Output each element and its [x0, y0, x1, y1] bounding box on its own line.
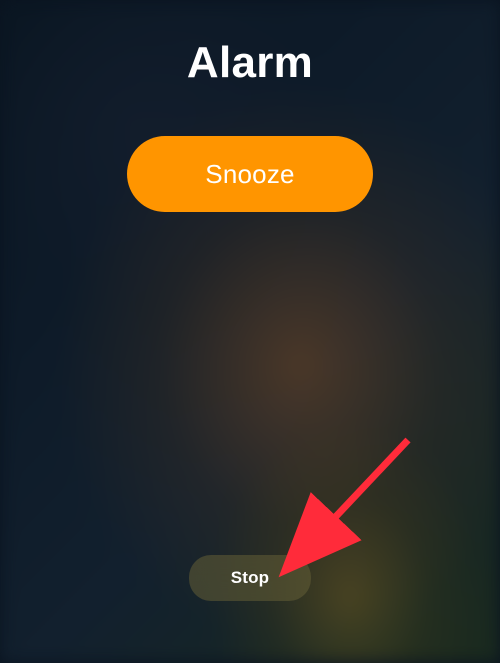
snooze-button[interactable]: Snooze: [127, 136, 373, 212]
stop-button[interactable]: Stop: [189, 555, 311, 601]
alarm-title: Alarm: [187, 38, 313, 88]
stop-button-label: Stop: [231, 568, 270, 588]
snooze-button-label: Snooze: [205, 159, 294, 190]
